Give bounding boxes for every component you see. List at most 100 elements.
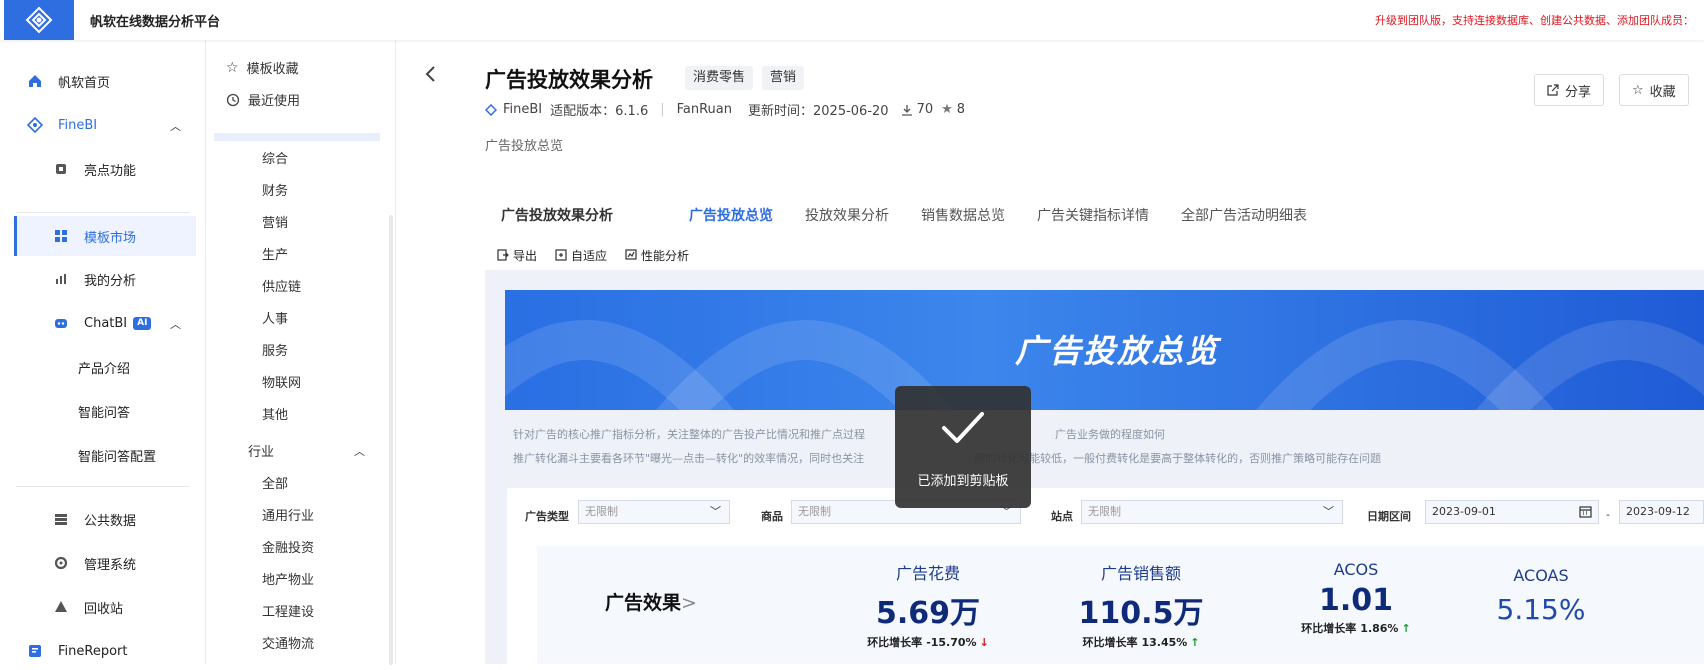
dashboard-desc-line-1: 针对广告的核心推广指标分析，关注整体的广告投产比情况和推广点过程 广告业务做的程度… — [513, 428, 1165, 441]
industry-item[interactable]: 通用行业 — [262, 505, 314, 524]
copy-toast: 已添加到剪贴板 — [895, 386, 1031, 508]
nav-item-recycle-bin[interactable]: 回收站 — [52, 588, 123, 626]
banner-title: 广告投放总览 — [1015, 332, 1220, 370]
nav-item-label: 帆软首页 — [58, 75, 111, 91]
chevron-up-icon[interactable]: ︿ — [354, 443, 365, 459]
category-item[interactable]: 综合 — [262, 148, 288, 167]
tab-ad-overview[interactable]: 广告投放总览 — [673, 190, 789, 242]
upgrade-notice[interactable]: 升级到团队版，支持连接数据库、创建公共数据、添加团队成员： — [1375, 12, 1694, 28]
grid-icon — [52, 227, 70, 245]
nav-item-my-analysis[interactable]: 我的分析 — [52, 260, 136, 298]
industry-item[interactable]: 工程建设 — [262, 601, 314, 620]
tag-marketing[interactable]: 营销 — [762, 66, 805, 90]
favorites-link[interactable]: ☆ 模板收藏 — [226, 58, 299, 78]
nav-item-highlights[interactable]: 亮点功能 — [52, 150, 136, 188]
category-item[interactable]: 生产 — [262, 244, 288, 263]
date-end-input[interactable]: 2023-09-12 — [1619, 500, 1704, 524]
nav-item-label: FineBI — [58, 117, 98, 133]
star-icon: ☆ — [1632, 82, 1644, 98]
category-item[interactable]: 营销 — [262, 212, 288, 231]
fit-button[interactable]: 自适应 — [555, 247, 607, 264]
nav-item-label: 公共数据 — [84, 513, 137, 529]
download-count: 70 — [916, 102, 934, 117]
export-button[interactable]: 导出 — [497, 247, 537, 264]
database-icon — [52, 510, 70, 528]
top-bar: 帆软在线数据分析平台 升级到团队版，支持连接数据库、创建公共数据、添加团队成员： — [0, 0, 1704, 40]
ad-type-select[interactable]: 无限制 ﹀ — [578, 500, 730, 524]
nav-item-label: ChatBI — [84, 315, 128, 331]
nav-item-template-market[interactable]: 模板市场 — [14, 216, 196, 256]
recent-link[interactable]: 最近使用 — [226, 90, 300, 109]
finebi-logo-icon — [485, 103, 497, 116]
nav-item-finebi[interactable]: FineBI — [26, 106, 186, 144]
category-column: ☆ 模板收藏 最近使用 综合 财务 营销 生产 供应链 人事 服务 物联网 其他… — [206, 40, 396, 665]
share-label: 分享 — [1565, 84, 1592, 100]
tab-sales-overview[interactable]: 销售数据总览 — [905, 190, 1021, 242]
fit-label: 自适应 — [571, 248, 608, 263]
tag-consumer-retail[interactable]: 消费零售 — [685, 66, 754, 90]
performance-icon — [625, 249, 637, 260]
updated-text: 更新时间：2025-06-20 — [748, 104, 889, 119]
nav-item-qa[interactable]: 智能问答 — [78, 392, 130, 430]
nav-item-qa-config[interactable]: 智能问答配置 — [78, 436, 156, 474]
nav-item-admin[interactable]: 管理系统 — [52, 544, 136, 582]
category-item[interactable]: 物联网 — [262, 372, 301, 391]
share-icon — [1547, 84, 1559, 96]
tab-campaign-detail[interactable]: 全部广告活动明细表 — [1165, 190, 1323, 242]
nav-item-label: 管理系统 — [84, 557, 137, 573]
trend-down-arrow-icon: ↓ — [979, 636, 989, 649]
industry-item[interactable]: 全部 — [262, 473, 288, 492]
finereport-icon — [26, 642, 44, 660]
category-item[interactable]: 财务 — [262, 180, 288, 199]
chart-icon — [52, 270, 70, 288]
back-arrow-icon[interactable] — [423, 64, 437, 89]
category-item[interactable]: 人事 — [262, 308, 288, 327]
section-title: 广告效果> — [605, 592, 697, 614]
site-select[interactable]: 无限制 ﹀ — [1081, 500, 1343, 524]
nav-item-finereport[interactable]: FineReport — [26, 632, 127, 670]
collect-button[interactable]: ☆ 收藏 — [1619, 74, 1689, 106]
export-label: 导出 — [513, 248, 538, 263]
favorites-label: 模板收藏 — [246, 62, 299, 77]
clock-icon — [226, 93, 240, 107]
app-logo-icon[interactable] — [4, 0, 74, 40]
industry-item[interactable]: 地产物业 — [262, 569, 314, 588]
date-range-label: 日期区间 — [1367, 510, 1411, 523]
ai-badge: AI — [133, 316, 152, 330]
chevron-down-icon: ﹀ — [1323, 505, 1334, 518]
selected-indicator — [14, 216, 17, 256]
star-count: 8 — [956, 102, 966, 117]
tab-overview-title[interactable]: 广告投放效果分析 — [485, 190, 629, 242]
industry-item[interactable]: 金融投资 — [262, 537, 314, 556]
category-item[interactable]: 其他 — [262, 404, 288, 423]
kpi-ad-sales: 广告销售额 110.5万 环比增长率 13.45% ↑ — [1078, 564, 1204, 649]
tab-effect-analysis[interactable]: 投放效果分析 — [789, 190, 905, 242]
nav-item-chatbi[interactable]: ChatBI AI — [52, 304, 152, 342]
nav-item-label: 亮点功能 — [84, 163, 137, 179]
author-text: FanRuan — [676, 102, 732, 117]
perf-button[interactable]: 性能分析 — [625, 247, 689, 264]
chevron-up-icon[interactable]: ︿ — [170, 118, 181, 134]
version-text: 适配版本：6.1.6 — [550, 104, 649, 119]
nav-divider — [16, 212, 190, 213]
template-meta: FineBI 适配版本：6.1.6 | FanRuan 更新时间：2025-06… — [485, 100, 977, 119]
scrollbar[interactable] — [389, 215, 393, 665]
nav-divider — [16, 486, 190, 487]
industry-header[interactable]: 行业 — [248, 441, 274, 460]
toast-message: 已添加到剪贴板 — [917, 474, 1009, 489]
category-highlight — [214, 133, 380, 141]
industry-item[interactable]: 交通物流 — [262, 633, 314, 652]
nav-item-product-intro[interactable]: 产品介绍 — [78, 348, 130, 386]
tab-kpi-detail[interactable]: 广告关键指标详情 — [1021, 190, 1165, 242]
date-separator: - — [1606, 508, 1610, 521]
category-item[interactable]: 服务 — [262, 340, 288, 359]
chevron-up-icon[interactable]: ︿ — [170, 316, 181, 332]
export-icon — [497, 249, 509, 261]
fit-icon — [555, 249, 567, 261]
nav-item-public-data[interactable]: 公共数据 — [52, 500, 136, 538]
nav-item-home[interactable]: 帆软首页 — [26, 62, 110, 100]
date-start-input[interactable]: 2023-09-01 — [1425, 500, 1599, 524]
category-item[interactable]: 供应链 — [262, 276, 301, 295]
share-button[interactable]: 分享 — [1534, 74, 1605, 106]
kpi-section: 广告效果> 广告花费 5.69万 环比增长率 -15.70% ↓ 广告销售额 110… — [537, 546, 1704, 664]
